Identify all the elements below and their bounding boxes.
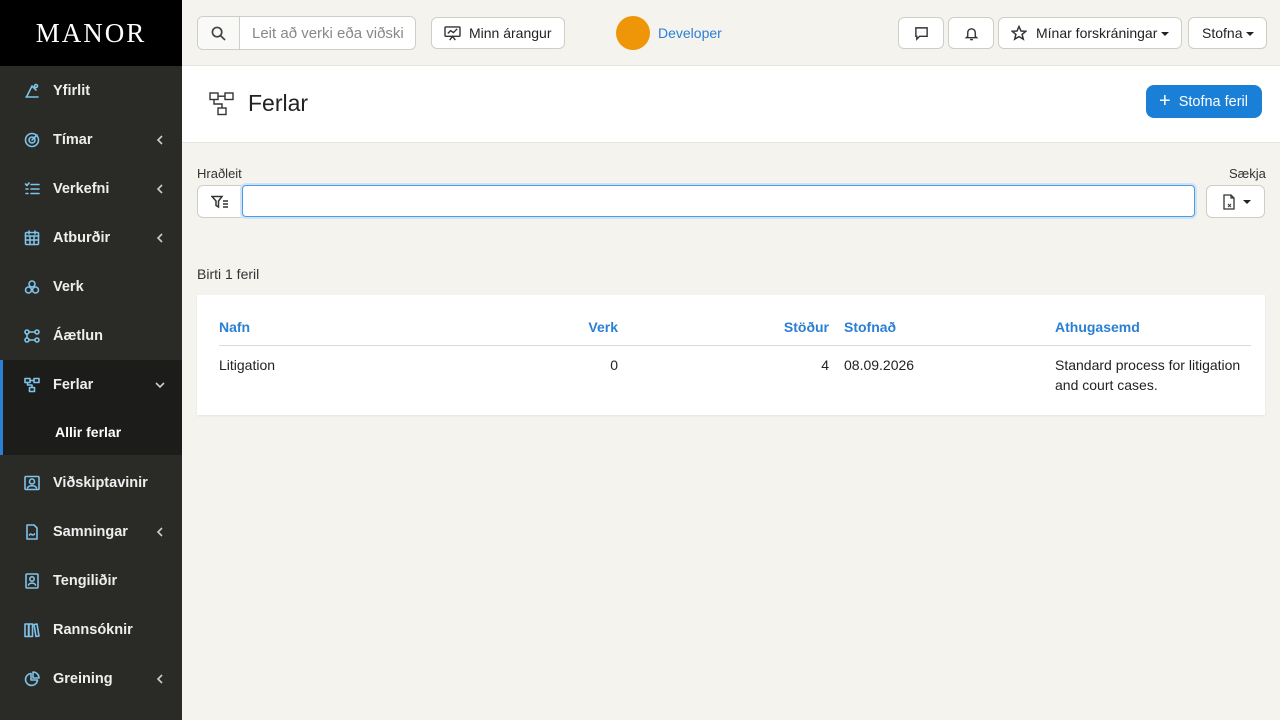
contract-icon	[24, 523, 40, 540]
sidebar-item-tengilidir[interactable]: Tengiliðir	[0, 556, 182, 605]
sidebar-item-label: Greining	[53, 670, 113, 687]
sidebar-item-label: Verk	[53, 278, 84, 295]
sidebar-item-label: Áætlun	[53, 327, 103, 344]
chevron-down-icon	[154, 379, 166, 391]
search-icon[interactable]	[198, 17, 240, 49]
sidebar-item-label: Tengiliðir	[53, 572, 118, 589]
chevron-left-icon	[154, 526, 166, 538]
sidebar-item-label: Viðskiptavinir	[53, 474, 148, 491]
cell-created: 08.09.2026	[844, 356, 915, 373]
favorites-label: Mínar forskráningar	[1036, 25, 1158, 41]
plus-icon: +	[1159, 89, 1171, 112]
sidebar-item-label: Rannsóknir	[53, 621, 133, 638]
sidebar-item-verkefni[interactable]: Verkefni	[0, 164, 182, 213]
contact-card-icon	[24, 572, 40, 589]
notifications-button[interactable]	[948, 17, 994, 49]
create-label: Stofna	[1202, 25, 1243, 41]
bell-icon	[964, 27, 978, 40]
caret-down-icon	[1242, 200, 1251, 204]
sidebar-item-greining[interactable]: Greining	[0, 654, 182, 703]
sidebar-item-timar[interactable]: Tímar	[0, 115, 182, 164]
sidebar: MANOR Yfirlit Tímar Verkefni Atburðir Ve…	[0, 0, 182, 720]
export-dropdown[interactable]	[1206, 185, 1265, 218]
process-table-card: Nafn Verk Stöður Stofnað Athugasemd Liti…	[197, 295, 1265, 415]
caret-down-icon	[1161, 31, 1170, 36]
xls-file-icon	[1222, 193, 1235, 210]
plan-icon	[24, 328, 40, 344]
user-menu[interactable]: Developer	[616, 16, 722, 50]
sidebar-item-label: Samningar	[53, 523, 128, 540]
favorites-dropdown[interactable]: Mínar forskráningar	[998, 17, 1183, 49]
task-list-icon	[24, 181, 40, 197]
caret-down-icon	[1246, 31, 1255, 36]
quick-search-input[interactable]	[242, 185, 1195, 217]
sidebar-subitem-allir-ferlar[interactable]: Allir ferlar	[0, 409, 182, 455]
new-process-label: Stofna feril	[1178, 93, 1249, 110]
sidebar-item-label: Yfirlit	[53, 82, 91, 99]
process-table: Nafn Verk Stöður Stofnað Athugasemd Liti…	[219, 310, 1251, 395]
filter-button[interactable]	[197, 185, 242, 218]
cell-spacer	[829, 345, 844, 395]
column-spacer	[829, 310, 844, 346]
my-performance-label: Minn árangur	[469, 25, 552, 41]
sidebar-item-verk[interactable]: Verk	[0, 262, 182, 311]
clients-icon	[24, 475, 40, 491]
create-dropdown[interactable]: Stofna	[1188, 17, 1268, 49]
chevron-left-icon	[154, 134, 166, 146]
sidebar-item-ferlar[interactable]: Ferlar	[0, 360, 182, 409]
sidebar-item-label: Atburðir	[53, 229, 111, 246]
column-header-name[interactable]: Nafn	[219, 310, 459, 346]
fetch-label: Sækja	[1229, 166, 1266, 181]
sidebar-item-samningar[interactable]: Samningar	[0, 507, 182, 556]
chevron-left-icon	[154, 232, 166, 244]
search-box	[197, 16, 416, 50]
sidebar-item-label: Verkefni	[53, 180, 110, 197]
brand-text: MANOR	[35, 17, 147, 48]
chevron-left-icon	[154, 673, 166, 685]
filter-icon	[211, 195, 228, 208]
search-input[interactable]	[240, 17, 415, 49]
cases-icon	[24, 279, 40, 295]
cell-name[interactable]: Litigation	[219, 345, 459, 395]
star-icon	[1011, 25, 1027, 41]
pie-chart-icon	[24, 670, 40, 687]
avatar	[616, 16, 650, 50]
sidebar-item-atburdir[interactable]: Atburðir	[0, 213, 182, 262]
sidebar-item-label: Tímar	[53, 131, 93, 148]
brand-logo[interactable]: MANOR	[0, 0, 182, 66]
column-header-created[interactable]: Stofnað	[844, 310, 1055, 346]
column-header-cases[interactable]: Verk	[459, 310, 618, 346]
calendar-icon	[24, 229, 40, 246]
table-row[interactable]: Litigation 0 4 08.09.2026 Standard proce…	[219, 345, 1251, 395]
workflow-icon	[209, 91, 235, 117]
new-process-button[interactable]: + Stofna feril	[1146, 85, 1263, 118]
sidebar-item-vidskiptavinir[interactable]: Viðskiptavinir	[0, 458, 182, 507]
clock-target-icon	[24, 132, 40, 148]
table-header-row: Nafn Verk Stöður Stofnað Athugasemd	[219, 310, 1251, 346]
cell-stages: 4	[821, 356, 829, 373]
cell-note: Standard process for litigation and cour…	[1055, 356, 1241, 393]
sidebar-item-label: Ferlar	[53, 376, 94, 393]
books-icon	[24, 622, 40, 638]
sidebar-item-aaetlun[interactable]: Áætlun	[0, 311, 182, 360]
column-header-note[interactable]: Athugasemd	[1055, 310, 1251, 346]
workflow-icon	[24, 377, 40, 393]
sidebar-item-rannsoknir[interactable]: Rannsóknir	[0, 605, 182, 654]
top-bar: Minn árangur Developer Mínar forskráning…	[182, 0, 1280, 66]
page-title: Ferlar	[248, 90, 309, 116]
presentation-chart-icon	[444, 25, 461, 40]
messages-button[interactable]	[898, 17, 944, 49]
column-header-stages[interactable]: Stöður	[618, 310, 829, 346]
dashboard-icon	[24, 83, 40, 99]
cell-cases: 0	[610, 356, 618, 373]
quick-search-label: Hraðleit	[197, 166, 242, 181]
my-performance-button[interactable]: Minn árangur	[431, 17, 565, 49]
user-name: Developer	[658, 25, 722, 41]
sidebar-item-yfirlit[interactable]: Yfirlit	[0, 66, 182, 115]
result-count: Birti 1 feril	[197, 266, 260, 282]
chevron-left-icon	[154, 183, 166, 195]
page-header: Ferlar + Stofna feril	[182, 66, 1280, 143]
sidebar-subitem-label: Allir ferlar	[55, 424, 122, 440]
chat-icon	[914, 26, 928, 41]
